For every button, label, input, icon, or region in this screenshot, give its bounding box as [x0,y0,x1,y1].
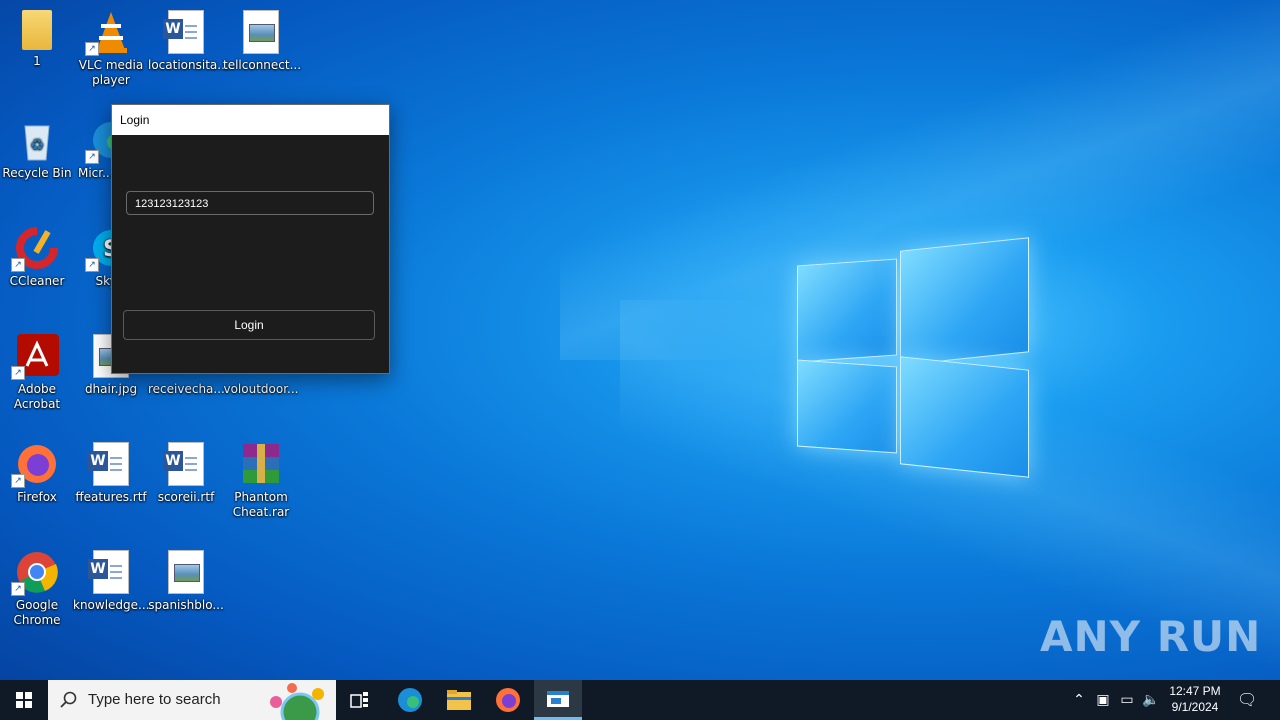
desktop-icon-label: VLC media player [78,58,144,87]
winrar-archive-icon [239,442,283,486]
desktop-icon-label: Recycle Bin [2,166,72,180]
app-window-icon [547,690,569,707]
shortcut-arrow-icon: ↗ [11,474,25,488]
task-view-icon [350,692,368,708]
word-document-icon: W [163,442,204,486]
firefox-icon [496,688,520,712]
show-hidden-icons-chevron-icon[interactable]: ⌃ [1069,690,1089,710]
taskbar-edge-button[interactable] [386,680,434,720]
windows-logo-pane [900,356,1029,478]
vlc-icon: ↗ [85,10,133,56]
desktop-icon-spanishblo[interactable]: spanishblo... [148,550,224,613]
shortcut-arrow-icon: ↗ [85,42,99,56]
firefox-icon: ↗ [11,442,59,488]
desktop-icon-label: receivecha... [148,382,225,396]
desktop-icon-phantom-cheat-rar[interactable]: Phantom Cheat.rar [223,442,299,520]
notifications-icon[interactable]: 🗨 [1237,690,1257,710]
desktop-icon-label: ffeatures.rtf [75,490,147,504]
taskbar-firefox-button[interactable] [484,680,532,720]
desktop-icon-recycle-bin[interactable]: ♻ Recycle Bin [0,118,75,181]
desktop-icon-vlc[interactable]: ↗ VLC media player [73,10,149,88]
shortcut-arrow-icon: ↗ [11,582,25,596]
desktop-icon-label: Google Chrome [13,598,61,627]
taskbar: Type here to search ⌃ ▣ ▭ 🔈 12:47 PM 9/1… [0,680,1280,720]
clock-time: 12:47 PM [1169,684,1221,698]
search-placeholder: Type here to search [88,691,221,708]
taskbar-login-app-button[interactable] [534,680,582,720]
ccleaner-icon: ↗ [11,226,59,272]
recycle-bin-icon: ♻ [15,118,59,162]
desktop-icon-label: knowledge... [73,598,150,612]
search-highlight-globe-icon [270,683,324,720]
task-view-button[interactable] [336,680,384,720]
start-button[interactable] [0,680,48,720]
shortcut-arrow-icon: ↗ [85,150,99,164]
desktop-icon-knowledge[interactable]: W knowledge... [73,550,150,613]
file-explorer-icon [447,690,471,710]
shortcut-arrow-icon: ↗ [11,258,25,272]
volume-icon[interactable]: 🔈 [1141,690,1161,710]
windows-logo-pane [797,359,897,454]
desktop-icon-label: Phantom Cheat.rar [232,490,290,519]
desktop-icon-label: voloutdoor... [223,382,299,396]
desktop-icon-label: 1 [33,54,41,68]
adobe-acrobat-icon: ↗ [11,334,59,380]
network-icon[interactable]: ▭ [1117,690,1137,710]
desktop-icon-label: spanishblo... [148,598,224,612]
word-document-icon: W [163,10,204,54]
chrome-icon: ↗ [11,550,59,596]
login-button[interactable]: Login [123,310,375,340]
desktop-icon-tellconnect[interactable]: tellconnect... [223,10,302,73]
desktop-icon-adobe-acrobat[interactable]: ↗ Adobe Acrobat [0,334,75,412]
image-file-icon [168,550,204,594]
desktop-icon-firefox[interactable]: ↗ Firefox [0,442,75,505]
taskbar-file-explorer-button[interactable] [435,680,483,720]
desktop-icon-label: CCleaner [9,274,65,288]
clock-date: 9/1/2024 [1171,700,1219,714]
shortcut-arrow-icon: ↗ [11,366,25,380]
desktop-icon-folder-1[interactable]: 1 [0,10,75,69]
desktop-icon-label: scoreii.rtf [157,490,215,504]
desktop-icon-ccleaner[interactable]: ↗ CCleaner [0,226,75,289]
anyrun-watermark: ANY RUN [1040,612,1262,661]
windows-logo-pane [900,237,1029,366]
windows-logo-pane [797,258,897,363]
desktop-icon-ffeatures-rtf[interactable]: W ffeatures.rtf [73,442,149,505]
taskbar-search-box[interactable]: Type here to search [48,680,336,720]
desktop-icon-label: Firefox [17,490,57,504]
search-icon [60,691,77,708]
desktop-icon-label: tellconnect... [223,58,302,72]
folder-icon [22,10,52,50]
desktop-icon-scoreii-rtf[interactable]: W scoreii.rtf [148,442,224,505]
svg-text:♻: ♻ [30,135,44,154]
desktop-icon-label: dhair.jpg [84,382,138,396]
desktop-icon-locationsita[interactable]: W locationsita... [148,10,229,73]
meet-now-icon[interactable]: ▣ [1093,690,1113,710]
windows-start-icon [16,692,32,708]
desktop-icon-label: Adobe Acrobat [13,382,61,411]
word-document-icon: W [88,550,129,594]
edge-icon [398,688,422,712]
taskbar-clock[interactable]: 12:47 PM 9/1/2024 [1162,683,1228,715]
desktop-icon-google-chrome[interactable]: ↗ Google Chrome [0,550,75,628]
login-window-title[interactable]: Login [112,105,389,135]
username-input[interactable]: 123123123123 [126,191,374,215]
image-file-icon [243,10,279,54]
desktop-icon-label: locationsita... [148,58,229,72]
login-window: Login 123123123123 Login [111,104,390,374]
word-document-icon: W [88,442,129,486]
shortcut-arrow-icon: ↗ [85,258,99,272]
